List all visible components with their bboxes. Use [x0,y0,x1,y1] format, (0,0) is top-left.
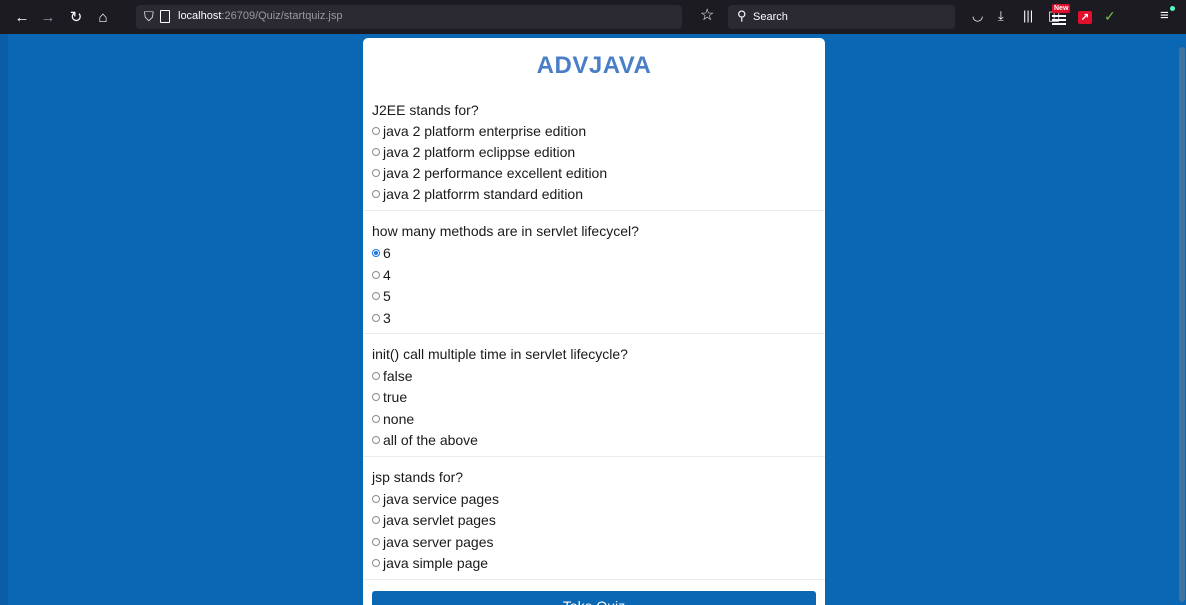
quiz-card: ADVJAVA J2EE stands for? java 2 platform… [363,38,825,605]
radio-button[interactable] [372,127,380,135]
question-text: how many methods are in servlet lifecyce… [372,223,639,239]
option-label: java server pages [383,534,494,550]
option-label: 3 [383,310,391,326]
option-label: java 2 platforrm standard edition [383,186,583,202]
search-placeholder: Search [753,11,788,23]
option-label: all of the above [383,432,478,448]
radio-button[interactable] [372,169,380,177]
answer-option[interactable]: false [372,368,413,384]
library-icon[interactable]: ||| [1023,8,1033,23]
reload-icon[interactable]: ↻ [64,5,88,29]
question-block-2: how many methods are in servlet lifecyce… [363,211,825,334]
radio-button[interactable] [372,495,380,503]
page-scrollbar[interactable] [1178,34,1186,605]
radio-button[interactable] [372,372,380,380]
radio-button[interactable] [372,190,380,198]
answer-option[interactable]: 4 [372,267,391,283]
news-extension-icon[interactable] [1052,15,1066,25]
answer-option[interactable]: 3 [372,310,391,326]
question-block-1: J2EE stands for? java 2 platform enterpr… [363,98,825,211]
search-icon: ⚲ [737,8,747,23]
radio-button[interactable] [372,516,380,524]
update-dot-icon [1170,6,1175,11]
page-icon [160,10,170,23]
radio-button[interactable] [372,436,380,444]
option-label: java 2 platform eclippse edition [383,144,576,160]
answer-option[interactable]: java 2 performance excellent edition [372,165,607,181]
url-text[interactable]: localhost:26709/Quiz/startquiz.jsp [178,10,343,22]
url-path: :26709/Quiz/startquiz.jsp [221,10,343,22]
question-block-4: jsp stands for? java service pages java … [363,457,825,580]
pocket-icon[interactable]: ◡ [972,8,983,24]
address-bar[interactable]: ⛉ localhost:26709/Quiz/startquiz.jsp [136,5,682,29]
answer-option[interactable]: 6 [372,245,391,261]
url-host: localhost [178,10,222,22]
answer-option[interactable]: java servlet pages [372,512,496,528]
question-text: J2EE stands for? [372,102,479,118]
answer-option[interactable]: none [372,411,414,427]
answer-option[interactable]: 5 [372,288,391,304]
download-icon[interactable]: ⤓ [998,8,1004,24]
answer-option[interactable]: java simple page [372,555,488,571]
option-label: java simple page [383,555,489,571]
radio-button-selected[interactable] [372,249,380,257]
option-label: none [383,411,415,427]
back-icon[interactable]: ← [10,5,34,29]
radio-button[interactable] [372,271,380,279]
answer-option[interactable]: java service pages [372,491,499,507]
page-edge [0,34,8,605]
answer-option[interactable]: all of the above [372,432,478,448]
new-badge: New [1052,4,1071,13]
radio-button[interactable] [372,559,380,567]
radio-button[interactable] [372,393,380,401]
option-label: 4 [383,267,391,283]
menu-icon[interactable]: ≡ [1160,7,1169,24]
radio-button[interactable] [372,292,380,300]
extension-green-icon[interactable]: ✓ [1104,8,1116,25]
bookmark-star-icon[interactable]: ☆ [700,5,714,25]
answer-option[interactable]: java 2 platform enterprise edition [372,123,586,139]
browser-toolbar: ← → ↻ ⌂ ⛉ localhost:26709/Quiz/startquiz… [0,0,1186,34]
forward-icon[interactable]: → [36,5,60,29]
extension-red-icon[interactable]: ↗ [1078,11,1092,24]
option-label: 6 [383,245,391,261]
answer-option[interactable]: true [372,389,407,405]
option-label: java servlet pages [383,512,496,528]
radio-button[interactable] [372,415,380,423]
question-block-3: init() call multiple time in servlet lif… [363,334,825,457]
scrollbar-thumb[interactable] [1179,47,1185,602]
question-text: jsp stands for? [372,469,464,485]
radio-button[interactable] [372,314,380,322]
answer-option[interactable]: java 2 platform eclippse edition [372,144,575,160]
option-label: true [383,389,408,405]
take-quiz-button[interactable]: Take Quiz [372,591,816,605]
radio-button[interactable] [372,148,380,156]
radio-button[interactable] [372,538,380,546]
option-label: java 2 platform enterprise edition [383,123,587,139]
option-label: false [383,368,413,384]
answer-option[interactable]: java 2 platforrm standard edition [372,186,583,202]
option-label: java 2 performance excellent edition [383,165,608,181]
answer-option[interactable]: java server pages [372,534,494,550]
home-icon[interactable]: ⌂ [91,5,115,29]
option-label: 5 [383,288,391,304]
shield-icon[interactable]: ⛉ [144,9,154,25]
quiz-title: ADVJAVA [536,52,652,79]
option-label: java service pages [383,491,499,507]
search-box[interactable]: ⚲ Search [728,5,955,29]
question-text: init() call multiple time in servlet lif… [372,346,628,362]
